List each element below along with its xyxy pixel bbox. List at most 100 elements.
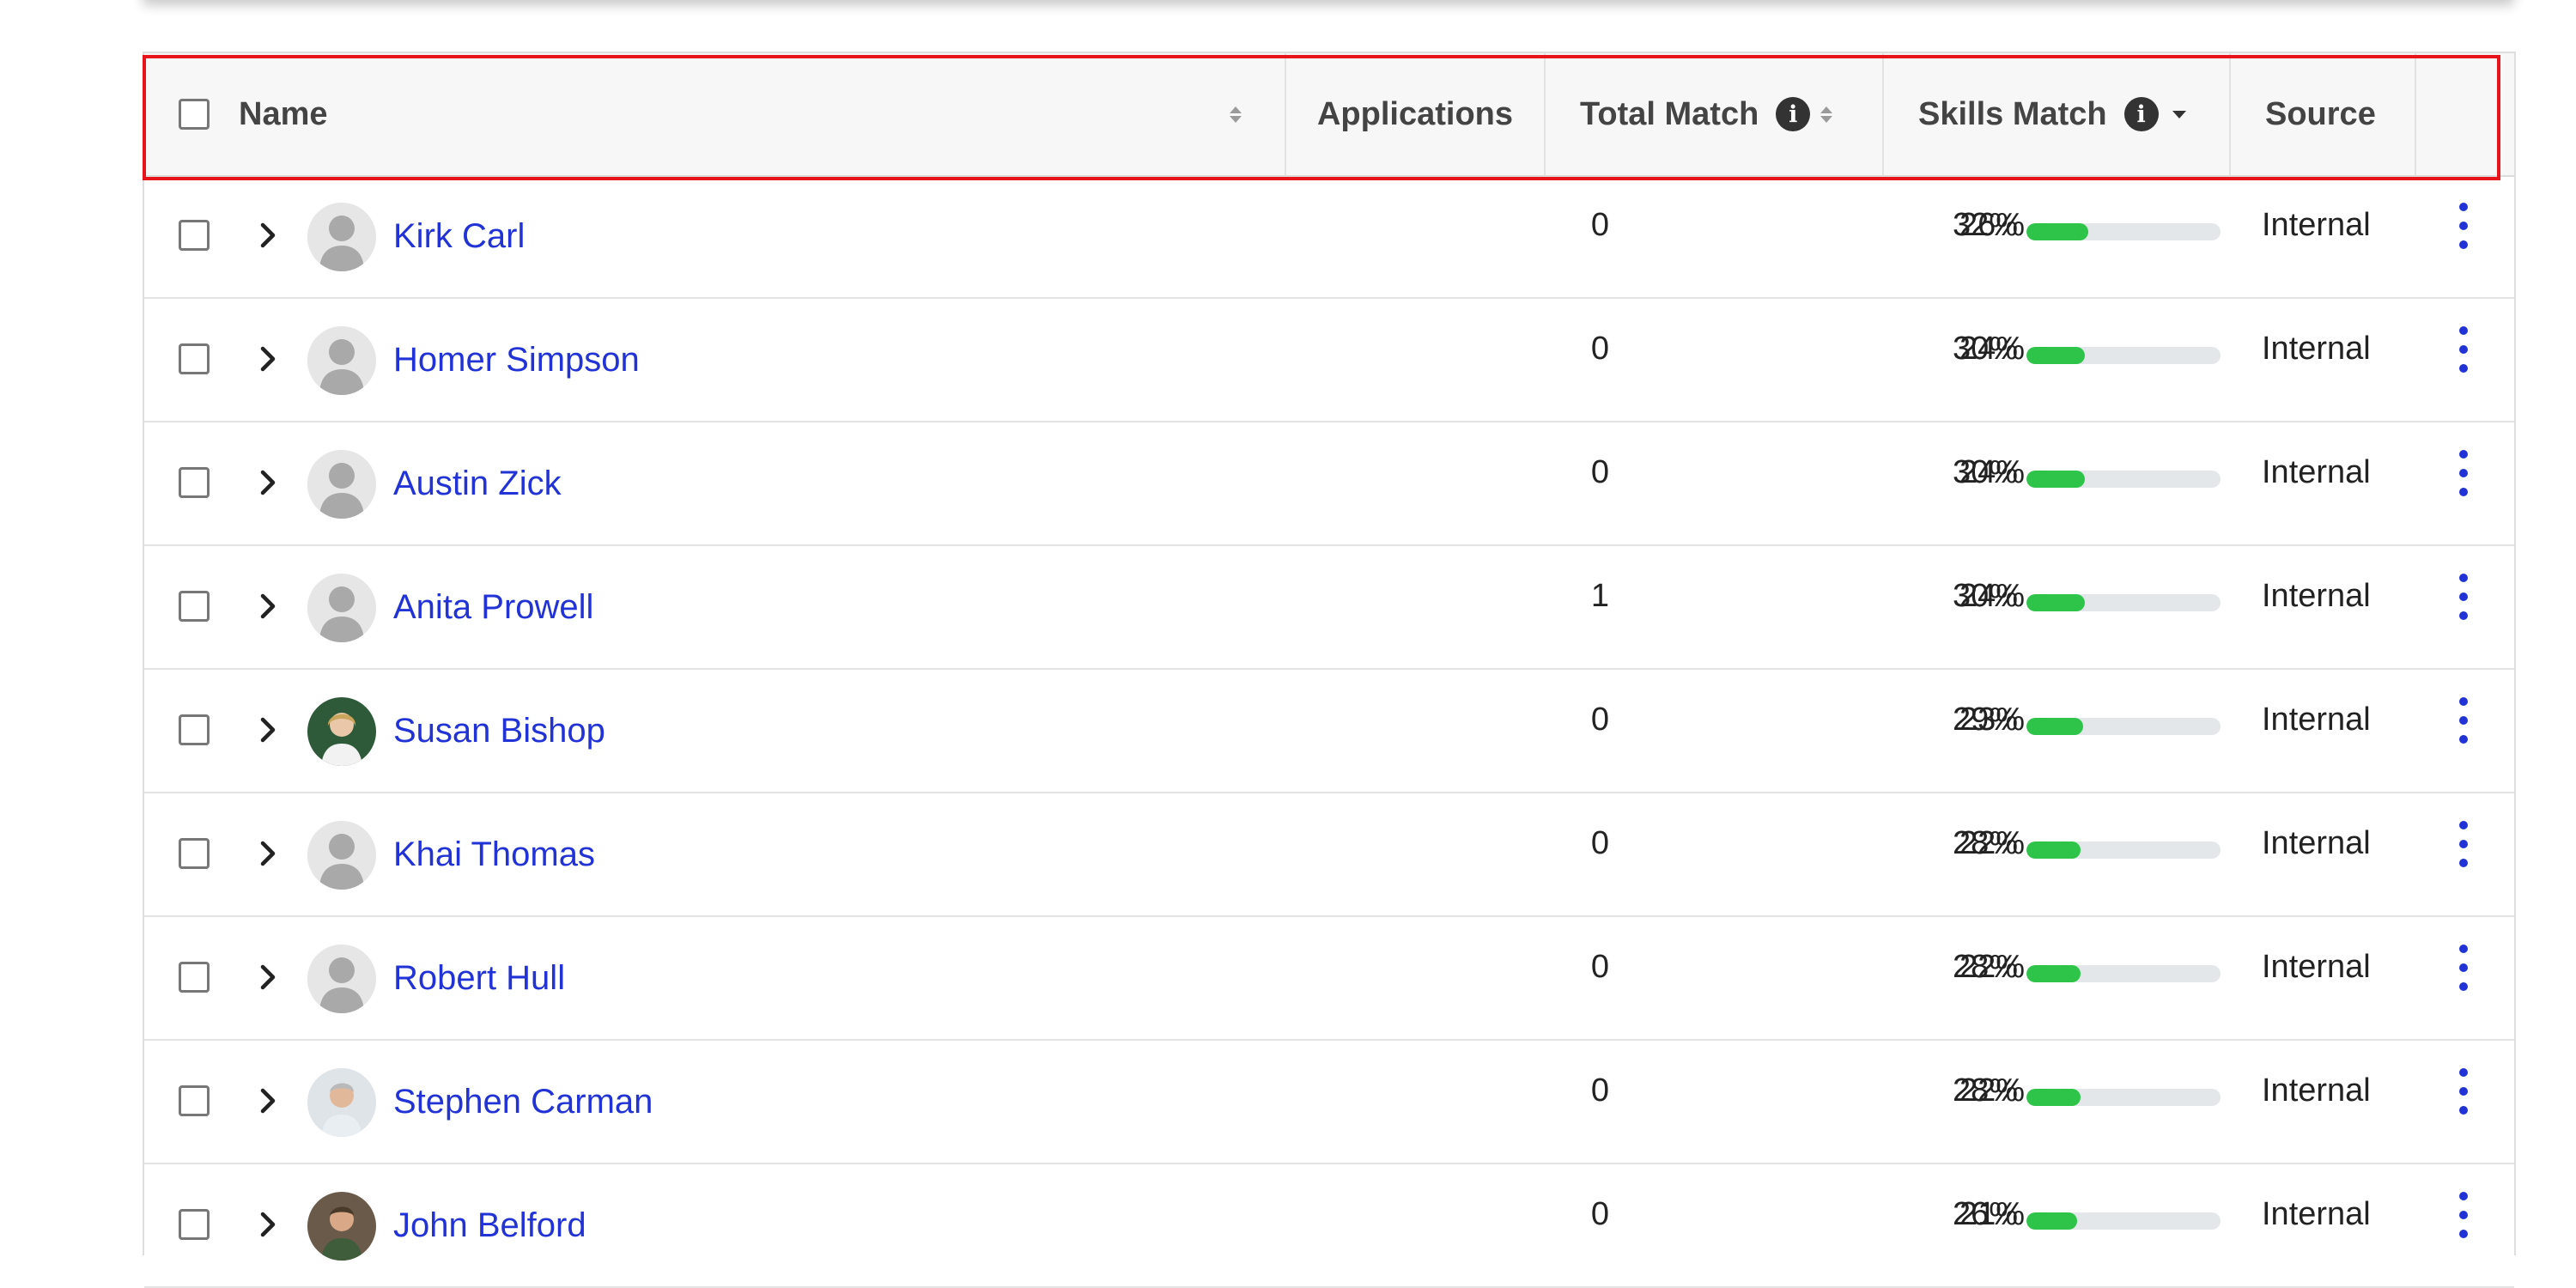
- source-value: Internal: [2262, 578, 2371, 614]
- candidate-name-link[interactable]: Homer Simpson: [393, 338, 640, 381]
- expand-chevron-icon[interactable]: [249, 711, 287, 749]
- row-checkbox[interactable]: [179, 838, 210, 869]
- header-source-cell[interactable]: Source: [2231, 53, 2416, 175]
- applications-count: 0: [1590, 702, 1609, 738]
- header-name-cell[interactable]: Name: [144, 53, 1286, 175]
- row-checkbox[interactable]: [179, 220, 210, 251]
- skills-match-bar: [2026, 1089, 2221, 1106]
- applications-count: 0: [1590, 1072, 1609, 1109]
- table-row: Robert Hull 0 22% 28% Internal: [144, 919, 2514, 1041]
- skills-match-value: 28%: [1952, 825, 2018, 861]
- expand-chevron-icon[interactable]: [249, 1206, 287, 1243]
- header-applications-label: Applications: [1316, 95, 1514, 132]
- more-actions-icon[interactable]: [2452, 323, 2475, 376]
- row-checkbox[interactable]: [179, 591, 210, 622]
- avatar-placeholder-icon: [307, 945, 376, 1013]
- applications-count: 0: [1590, 454, 1609, 490]
- table-row: Stephen Carman 0 22% 28% Internal: [144, 1042, 2514, 1164]
- skills-match-bar-fill: [2026, 1212, 2077, 1230]
- skills-match-bar: [2026, 347, 2221, 364]
- applications-count: 0: [1590, 207, 1609, 243]
- expand-chevron-icon[interactable]: [249, 1082, 287, 1120]
- row-checkbox[interactable]: [179, 1085, 210, 1116]
- source-value: Internal: [2262, 949, 2371, 985]
- more-actions-icon[interactable]: [2452, 1188, 2475, 1242]
- expand-chevron-icon[interactable]: [249, 464, 287, 501]
- skills-match-bar: [2026, 965, 2221, 982]
- applications-count: 0: [1590, 1196, 1609, 1232]
- header-total-match-cell[interactable]: Total Match i: [1546, 53, 1884, 175]
- header-source-label: Source: [2265, 95, 2376, 132]
- select-all-checkbox[interactable]: [179, 99, 210, 130]
- more-actions-icon[interactable]: [2452, 1065, 2475, 1118]
- skills-match-bar: [2026, 594, 2221, 611]
- expand-chevron-icon[interactable]: [249, 216, 287, 254]
- source-value: Internal: [2262, 825, 2371, 861]
- skills-match-value: 30%: [1952, 454, 2018, 490]
- more-actions-icon[interactable]: [2452, 817, 2475, 871]
- avatar-placeholder-icon: [307, 450, 376, 519]
- header-skills-match-label: Skills Match: [1918, 95, 2107, 132]
- skills-match-bar-fill: [2026, 471, 2085, 488]
- candidate-name-link[interactable]: Khai Thomas: [393, 833, 595, 876]
- more-actions-icon[interactable]: [2452, 694, 2475, 747]
- skills-match-value: 28%: [1952, 949, 2018, 985]
- candidate-name-link[interactable]: Stephen Carman: [393, 1080, 653, 1123]
- table-row: John Belford 0 21% 26% Internal: [144, 1166, 2514, 1288]
- skills-match-bar-fill: [2026, 965, 2081, 982]
- source-value: Internal: [2262, 1072, 2371, 1109]
- avatar-placeholder-icon: [307, 203, 376, 271]
- table-header: Name Applications Total Match i Skills M…: [144, 53, 2514, 177]
- avatar-placeholder-icon: [307, 326, 376, 395]
- avatar-photo: [307, 1068, 376, 1137]
- source-value: Internal: [2262, 454, 2371, 490]
- expand-chevron-icon[interactable]: [249, 587, 287, 625]
- skills-match-value: 30%: [1952, 331, 2018, 367]
- applications-count: 0: [1590, 331, 1609, 367]
- header-skills-match-cell[interactable]: Skills Match i: [1884, 53, 2231, 175]
- name-sort-icon[interactable]: [1230, 106, 1242, 123]
- skills-match-sort-desc-icon[interactable]: [2172, 110, 2186, 118]
- skills-match-bar: [2026, 1212, 2221, 1230]
- more-actions-icon[interactable]: [2452, 570, 2475, 623]
- total-match-info-icon[interactable]: i: [1776, 97, 1811, 131]
- row-checkbox[interactable]: [179, 714, 210, 745]
- row-checkbox[interactable]: [179, 1209, 210, 1240]
- skills-match-bar: [2026, 471, 2221, 488]
- candidate-name-link[interactable]: Robert Hull: [393, 957, 565, 999]
- avatar-placeholder-icon: [307, 574, 376, 642]
- row-checkbox[interactable]: [179, 467, 210, 498]
- source-value: Internal: [2262, 331, 2371, 367]
- skills-match-value: 26%: [1952, 1196, 2018, 1232]
- more-actions-icon[interactable]: [2452, 447, 2475, 500]
- candidate-name-link[interactable]: John Belford: [393, 1204, 586, 1247]
- header-name-label: Name: [239, 95, 328, 132]
- total-match-sort-icon[interactable]: [1820, 106, 1833, 123]
- table-row: Anita Prowell 1 24% 30% Internal: [144, 548, 2514, 670]
- skills-match-bar-fill: [2026, 841, 2081, 859]
- applications-count: 1: [1590, 578, 1609, 614]
- expand-chevron-icon[interactable]: [249, 340, 287, 378]
- table-row: Homer Simpson 0 24% 30% Internal: [144, 301, 2514, 422]
- more-actions-icon[interactable]: [2452, 199, 2475, 252]
- skills-match-value: 28%: [1952, 1072, 2018, 1109]
- candidate-name-link[interactable]: Austin Zick: [393, 462, 562, 505]
- more-actions-icon[interactable]: [2452, 941, 2475, 994]
- skills-match-value: 30%: [1952, 578, 2018, 614]
- candidates-table: Name Applications Total Match i Skills M…: [143, 52, 2516, 1288]
- source-value: Internal: [2262, 1196, 2371, 1232]
- skills-match-bar-fill: [2026, 594, 2085, 611]
- row-checkbox[interactable]: [179, 962, 210, 993]
- table-row: Susan Bishop 0 23% 29% Internal: [144, 671, 2514, 793]
- row-checkbox[interactable]: [179, 343, 210, 374]
- expand-chevron-icon[interactable]: [249, 835, 287, 872]
- header-applications-cell[interactable]: Applications: [1286, 53, 1546, 175]
- source-value: Internal: [2262, 702, 2371, 738]
- skills-match-info-icon[interactable]: i: [2123, 97, 2159, 131]
- avatar-placeholder-icon: [307, 821, 376, 890]
- avatar-photo: [307, 697, 376, 766]
- candidate-name-link[interactable]: Anita Prowell: [393, 586, 593, 629]
- candidate-name-link[interactable]: Susan Bishop: [393, 709, 605, 752]
- candidate-name-link[interactable]: Kirk Carl: [393, 215, 525, 258]
- expand-chevron-icon[interactable]: [249, 958, 287, 996]
